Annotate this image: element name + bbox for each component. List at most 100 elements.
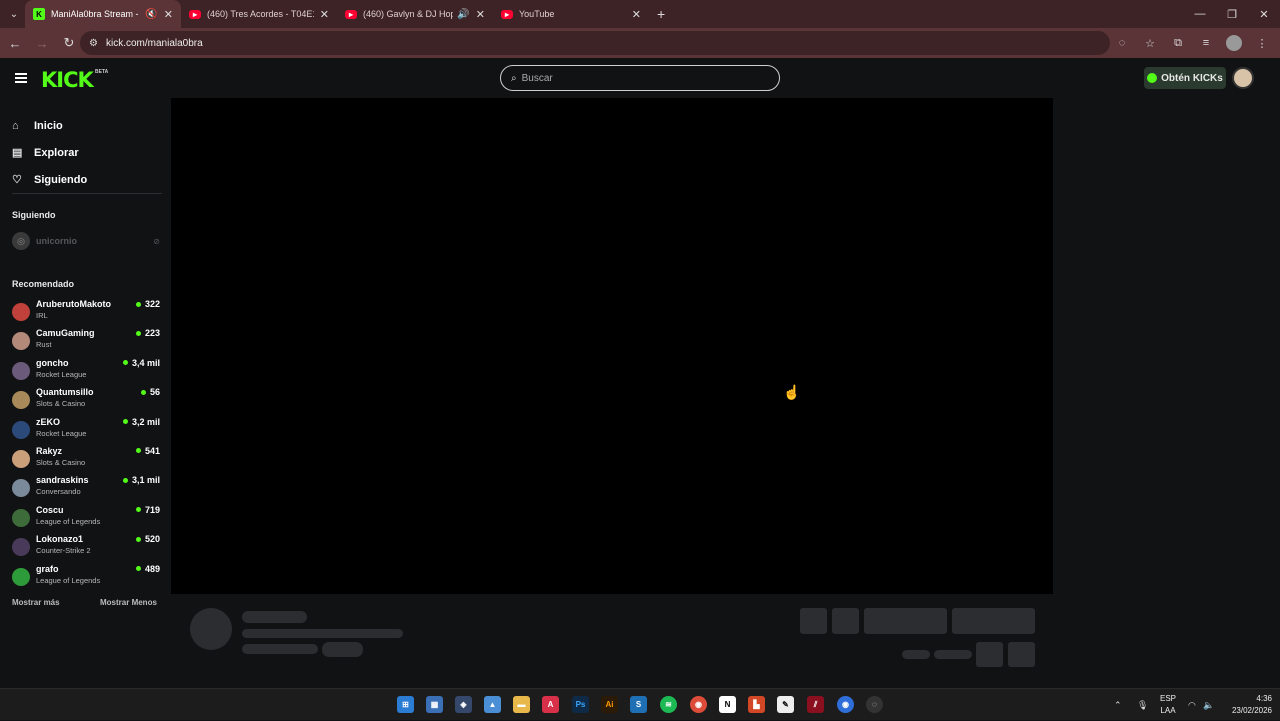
microphone-icon[interactable]: 🎙 [1137, 689, 1148, 721]
clock-time: 4:36 [1256, 694, 1272, 703]
store-app-icon[interactable]: S [630, 696, 647, 713]
url-field[interactable]: ⚙ kick.com/maniala0bra [80, 31, 1110, 55]
language-code: ESP [1160, 694, 1177, 703]
photos-app-icon[interactable]: ▲ [484, 696, 501, 713]
media-control-icon[interactable]: ≡ [1194, 31, 1218, 55]
channel-name: Rakyz [36, 445, 63, 456]
video-player[interactable] [171, 98, 1053, 594]
kick-favicon-icon: K [33, 8, 45, 20]
search-input[interactable]: ⌕ Buscar [500, 65, 780, 91]
recommended-channel[interactable]: grafo League of Legends 489 [12, 563, 160, 592]
address-bar-row: ← → ↻ ⚙ kick.com/maniala0bra ◌ ☆ ⧉ ≡ ⋮ [0, 28, 1280, 58]
tab-kick[interactable]: K ManiAla0bra Stream - Watc 🔇 ✕ [25, 0, 181, 28]
acrobat-icon[interactable]: A [542, 696, 559, 713]
language-indicator[interactable]: ESP LAA [1160, 693, 1176, 717]
notes-app-icon[interactable]: ✎ [777, 696, 794, 713]
recommended-list: AruberutoMakoto IRL 322 CamuGaming Rust 223 go… [12, 298, 160, 592]
file-explorer-icon[interactable]: ▬ [513, 696, 530, 713]
close-window-icon[interactable]: ✕ [1248, 0, 1280, 28]
action-button-skeleton [800, 608, 827, 634]
wifi-icon[interactable]: ◠ [1188, 689, 1196, 721]
extensions-icon[interactable]: ⧉ [1166, 31, 1190, 55]
forward-icon[interactable]: → [30, 31, 54, 55]
youtube-favicon-icon: ▸ [189, 9, 201, 19]
following-channel[interactable]: ◎ unicornio ⊘ [12, 232, 160, 250]
system-clock[interactable]: 4:36 23/02/2026 [1232, 693, 1272, 717]
reload-icon[interactable]: ↻ [57, 31, 81, 55]
show-more-button[interactable]: Mostrar más [12, 598, 60, 607]
user-avatar[interactable] [1232, 67, 1254, 89]
chrome-active-icon[interactable]: ◉ [837, 696, 854, 713]
tab-title: (460) Gavlyn & DJ Hoppa - [363, 9, 454, 19]
close-tab-icon[interactable]: ✕ [164, 8, 173, 21]
site-info-icon[interactable]: ⚙ [89, 38, 98, 49]
eye-off-icon[interactable]: ◌ [1110, 31, 1134, 55]
app-with-badge-icon[interactable]: ◌ [866, 696, 883, 713]
browser-menu-icon[interactable]: ⋮ [1250, 31, 1274, 55]
recommended-channel[interactable]: sandraskins Conversando 3,1 mil [12, 474, 160, 503]
speaker-icon[interactable]: 🔊 [457, 9, 469, 20]
minimize-icon[interactable]: — [1184, 0, 1216, 28]
tab-search-icon[interactable]: ⌄ [3, 4, 25, 24]
sidebar-item-inicio[interactable]: ⌂ Inicio [12, 112, 162, 139]
recommended-channel[interactable]: Lokonazo1 Counter-Strike 2 520 [12, 533, 160, 562]
windows-start-icon[interactable]: ⊞ [397, 696, 414, 713]
recommended-channel[interactable]: AruberutoMakoto IRL 322 [12, 298, 160, 327]
tab-youtube-2[interactable]: ▸ (460) Gavlyn & DJ Hoppa - 🔊 ✕ [337, 0, 493, 28]
home-icon: ⌂ [12, 119, 19, 132]
live-dot-icon [122, 477, 128, 483]
channel-avatar [12, 420, 30, 439]
tab-youtube-1[interactable]: ▸ (460) Tres Acordes - T04E11: Sc ✕ [181, 0, 337, 28]
chrome-icon[interactable]: ◉ [690, 696, 707, 713]
live-dot-icon [135, 301, 141, 307]
window-controls: — ❐ ✕ [1184, 0, 1280, 28]
hamburger-menu-icon[interactable] [15, 73, 27, 83]
copilot-icon[interactable]: ◈ [455, 696, 472, 713]
restore-icon[interactable]: ❐ [1216, 0, 1248, 28]
recommended-channel[interactable]: Coscu League of Legends 719 [12, 504, 160, 533]
subscribe-button-skeleton [952, 608, 1035, 634]
live-dot-icon [135, 507, 141, 513]
tab-youtube-3[interactable]: ▸ YouTube ✕ [493, 0, 649, 28]
game-app-icon[interactable]: ⫽ [807, 696, 824, 713]
channel-info: AruberutoMakoto IRL [36, 298, 136, 322]
recommended-channel[interactable]: CamuGaming Rust 223 [12, 327, 160, 356]
volume-icon[interactable]: 🔈 [1203, 689, 1214, 721]
recommended-channel[interactable]: Rakyz Slots & Casino 541 [12, 445, 160, 474]
sidebar-item-explorar[interactable]: ▤ Explorar [12, 139, 162, 166]
channel-info: Coscu League of Legends [36, 504, 136, 528]
channel-info: CamuGaming Rust [36, 327, 136, 351]
spotify-icon[interactable]: ≋ [660, 696, 677, 713]
recommended-channel[interactable]: zEKO Rocket League 3,2 mil [12, 416, 160, 445]
browser-tab-bar: ⌄ K ManiAla0bra Stream - Watc 🔇 ✕ ▸ (460… [0, 0, 1280, 28]
channel-name: zEKO [36, 416, 61, 427]
viewer-count-skeleton [902, 650, 930, 659]
sidebar-item-siguiendo[interactable]: ♡ Siguiendo [12, 166, 162, 193]
uptime-skeleton [934, 650, 972, 659]
sidebar-item-label: Inicio [34, 119, 63, 132]
profile-icon[interactable] [1226, 35, 1242, 51]
clock-date: 23/02/2026 [1231, 706, 1272, 715]
kick-logo[interactable]: KICK [41, 68, 94, 92]
office-app-icon[interactable]: ▙ [748, 696, 765, 713]
photoshop-icon[interactable]: Ps [572, 696, 589, 713]
close-tab-icon[interactable]: ✕ [632, 8, 641, 21]
get-kicks-button[interactable]: Obtén KICKs [1144, 67, 1226, 89]
close-tab-icon[interactable]: ✕ [320, 8, 329, 21]
tab-title: ManiAla0bra Stream - Watc [51, 9, 141, 19]
youtube-favicon-icon: ▸ [345, 9, 357, 19]
new-tab-icon[interactable]: + [657, 6, 665, 22]
illustrator-icon[interactable]: Ai [601, 696, 618, 713]
show-less-button[interactable]: Mostrar Menos [100, 598, 157, 607]
back-icon[interactable]: ← [3, 31, 27, 55]
close-tab-icon[interactable]: ✕ [476, 8, 485, 21]
calendar-app-icon[interactable]: ▦ [426, 696, 443, 713]
notion-icon[interactable]: N [719, 696, 736, 713]
channel-category: Slots & Casino [36, 457, 86, 467]
bookmark-star-icon[interactable]: ☆ [1138, 31, 1162, 55]
recommended-channel[interactable]: goncho Rocket League 3,4 mil [12, 357, 160, 386]
mute-icon[interactable]: 🔇 [145, 9, 157, 20]
tray-overflow-icon[interactable]: ⌃ [1114, 689, 1122, 721]
channel-category: IRL [36, 311, 48, 320]
recommended-channel[interactable]: Quantumsillo Slots & Casino 56 [12, 386, 160, 415]
